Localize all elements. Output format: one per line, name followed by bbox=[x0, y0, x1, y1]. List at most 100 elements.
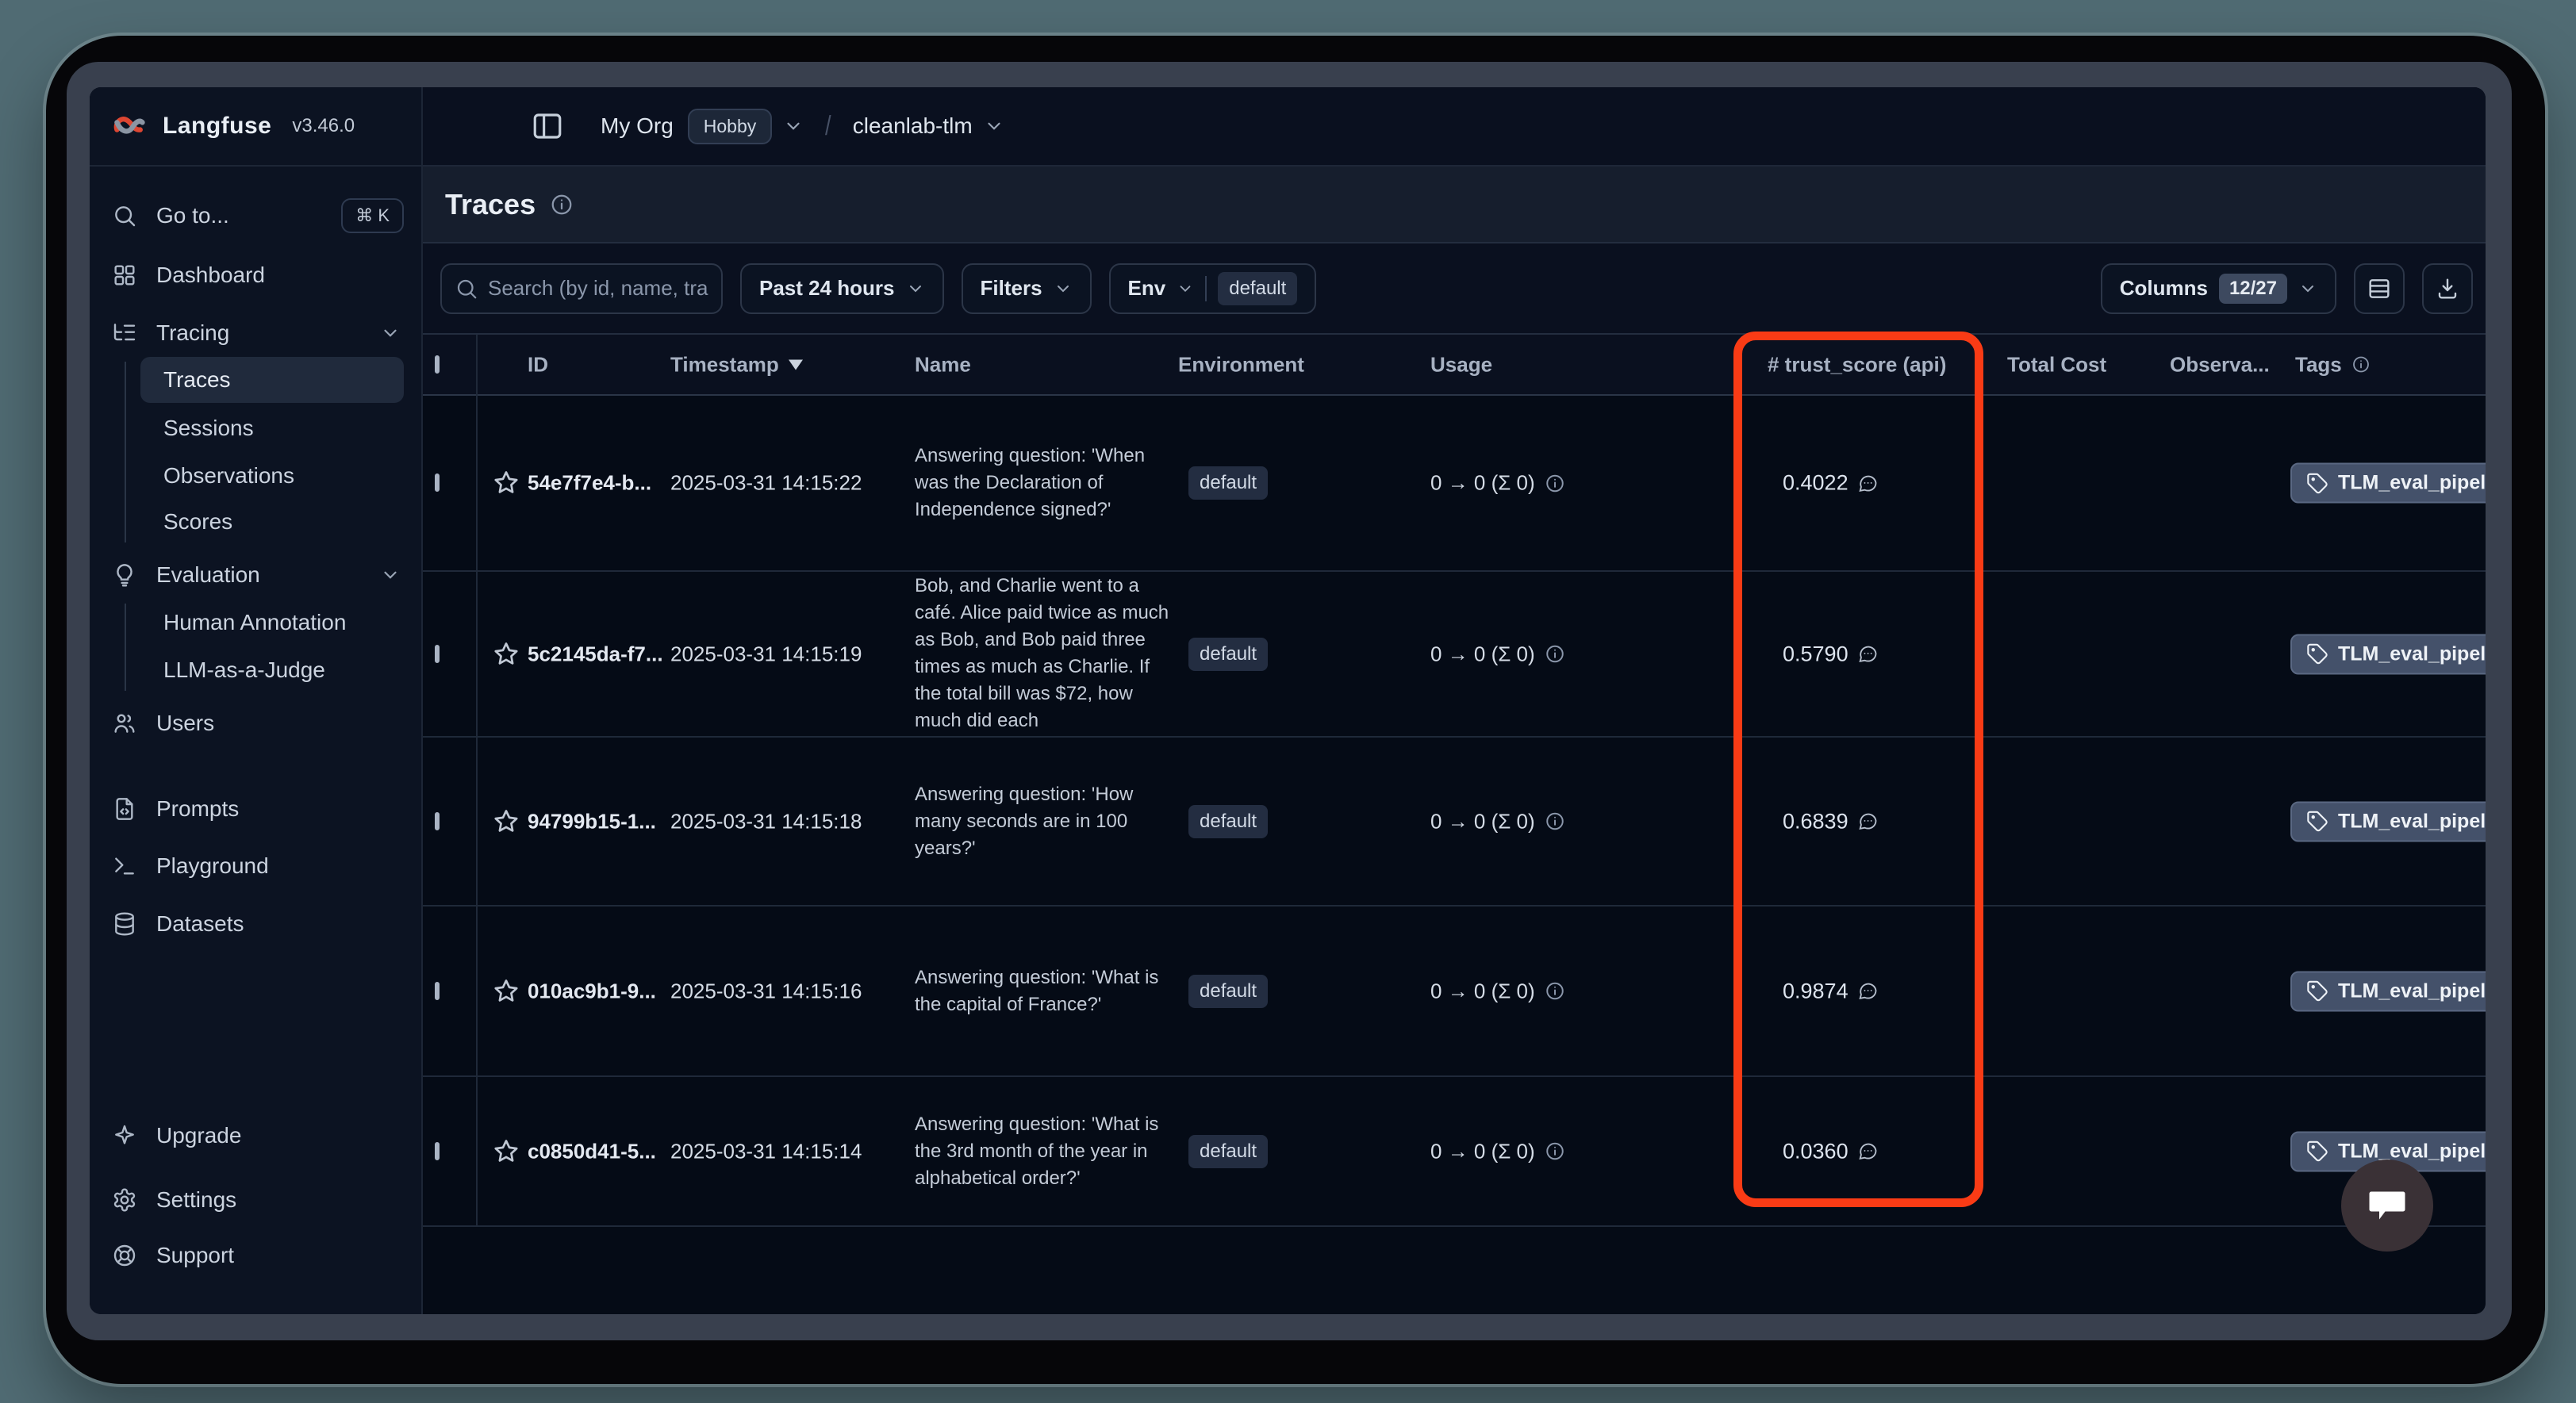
star-icon[interactable] bbox=[492, 640, 520, 669]
export-download-button[interactable] bbox=[2422, 263, 2473, 314]
columns-button[interactable]: Columns 12/27 bbox=[2101, 263, 2336, 314]
column-header-total-cost[interactable]: Total Cost bbox=[2007, 352, 2106, 377]
star-icon[interactable] bbox=[492, 807, 520, 836]
sidebar-item-evaluation[interactable]: Evaluation bbox=[90, 553, 423, 597]
row-height-button[interactable] bbox=[2354, 263, 2405, 314]
search-input-wrapper bbox=[440, 263, 723, 314]
environment-badge: default bbox=[1188, 805, 1268, 838]
env-filter-button[interactable]: Env default bbox=[1109, 263, 1317, 314]
traces-table: ID Timestamp Name Environment Usage # tr… bbox=[423, 333, 2486, 1314]
project-chevron-down-icon[interactable] bbox=[984, 116, 1004, 136]
comment-icon[interactable] bbox=[1856, 643, 1879, 665]
sidebar-item-scores[interactable]: Scores bbox=[163, 500, 232, 544]
sidebar-item-label: Datasets bbox=[156, 911, 244, 937]
sidebar-item-datasets[interactable]: Datasets bbox=[90, 902, 423, 946]
star-icon[interactable] bbox=[492, 469, 520, 497]
tag-badge[interactable]: TLM_eval_pipeline bbox=[2290, 463, 2486, 504]
column-header-trust-score[interactable]: # trust_score (api) bbox=[1768, 352, 1946, 377]
trace-id[interactable]: 5c2145da-f7... bbox=[528, 642, 663, 666]
sidebar-item-tracing[interactable]: Tracing bbox=[90, 311, 423, 355]
column-header-environment[interactable]: Environment bbox=[1178, 352, 1304, 377]
filters-button[interactable]: Filters bbox=[962, 263, 1092, 314]
sidebar-toggle-icon[interactable] bbox=[531, 109, 564, 143]
column-header-id[interactable]: ID bbox=[528, 352, 548, 377]
chevron-down-icon bbox=[380, 323, 401, 343]
search-input[interactable] bbox=[488, 276, 718, 301]
evaluation-group-guide-line bbox=[125, 604, 126, 691]
dashboard-icon bbox=[112, 263, 137, 288]
page-header: Traces bbox=[423, 167, 2486, 243]
org-name[interactable]: My Org bbox=[601, 113, 674, 139]
column-header-name[interactable]: Name bbox=[915, 352, 971, 377]
sidebar-item-observations[interactable]: Observations bbox=[163, 454, 294, 498]
info-icon bbox=[550, 193, 574, 217]
comment-icon[interactable] bbox=[1856, 811, 1879, 833]
org-chevron-down-icon[interactable] bbox=[783, 116, 804, 136]
table-row[interactable]: 5c2145da-f7... 2025-03-31 14:15:19 Bob, … bbox=[423, 572, 2486, 738]
star-icon[interactable] bbox=[492, 1137, 520, 1166]
usage-cell: 0 → 0 (Σ 0) bbox=[1430, 979, 1565, 1003]
sidebar-item-goto[interactable]: Go to... ⌘ K bbox=[90, 194, 423, 238]
table-toolbar: Past 24 hours Filters Env default Column… bbox=[423, 243, 2486, 333]
sidebar-item-label: Upgrade bbox=[156, 1123, 241, 1148]
sidebar-item-playground[interactable]: Playground bbox=[90, 844, 423, 888]
row-checkbox[interactable] bbox=[435, 982, 440, 1000]
sidebar-item-label: Scores bbox=[163, 509, 232, 535]
app-version: v3.46.0 bbox=[292, 115, 355, 137]
tag-badge[interactable]: TLM_eval_pipeline bbox=[2290, 634, 2486, 674]
comment-icon[interactable] bbox=[1856, 980, 1879, 1002]
column-header-usage[interactable]: Usage bbox=[1430, 352, 1492, 377]
tag-label: TLM_eval_pipeline bbox=[2338, 810, 2486, 833]
table-row[interactable]: 94799b15-1... 2025-03-31 14:15:18 Answer… bbox=[423, 738, 2486, 907]
org-plan-badge: Hobby bbox=[688, 109, 772, 144]
time-range-button[interactable]: Past 24 hours bbox=[740, 263, 944, 314]
usage-cell: 0 → 0 (Σ 0) bbox=[1430, 809, 1565, 834]
sidebar-item-upgrade[interactable]: Upgrade bbox=[90, 1114, 423, 1158]
sidebar-item-support[interactable]: Support bbox=[90, 1233, 423, 1278]
sidebar-item-label: Observations bbox=[163, 463, 294, 489]
trace-id[interactable]: 94799b15-1... bbox=[528, 809, 656, 834]
sidebar-item-prompts[interactable]: Prompts bbox=[90, 787, 423, 831]
chat-widget-button[interactable] bbox=[2341, 1160, 2433, 1252]
sidebar-item-dashboard[interactable]: Dashboard bbox=[90, 253, 423, 297]
chevron-down-icon bbox=[1177, 280, 1194, 297]
select-all-checkbox[interactable] bbox=[435, 355, 440, 374]
table-row[interactable]: 010ac9b1-9... 2025-03-31 14:15:16 Answer… bbox=[423, 907, 2486, 1077]
sidebar-item-sessions[interactable]: Sessions bbox=[163, 406, 254, 450]
sidebar-item-settings[interactable]: Settings bbox=[90, 1178, 423, 1222]
tag-badge[interactable]: TLM_eval_pipeline bbox=[2290, 971, 2486, 1011]
sidebar-item-users[interactable]: Users bbox=[90, 701, 423, 746]
row-checkbox[interactable] bbox=[435, 812, 440, 830]
sidebar-item-human-annotation[interactable]: Human Annotation bbox=[163, 600, 346, 645]
row-checkbox[interactable] bbox=[435, 473, 440, 492]
row-checkbox[interactable] bbox=[435, 1142, 440, 1160]
divider bbox=[1205, 276, 1207, 301]
environment-badge: default bbox=[1188, 466, 1268, 500]
table-header-row: ID Timestamp Name Environment Usage # tr… bbox=[423, 335, 2486, 396]
row-checkbox[interactable] bbox=[435, 645, 440, 663]
tag-badge[interactable]: TLM_eval_pipeline bbox=[2290, 801, 2486, 841]
info-icon bbox=[1545, 1141, 1565, 1162]
column-header-observations[interactable]: Observa... bbox=[2170, 352, 2270, 377]
chat-bubble-icon bbox=[2363, 1182, 2411, 1229]
sidebar-item-llm-as-a-judge[interactable]: LLM-as-a-Judge bbox=[163, 648, 325, 692]
keyboard-shortcut-badge: ⌘ K bbox=[341, 198, 404, 233]
trace-id[interactable]: c0850d41-5... bbox=[528, 1139, 656, 1163]
sidebar-item-label: LLM-as-a-Judge bbox=[163, 657, 325, 683]
tag-label: TLM_eval_pipeline bbox=[2338, 642, 2486, 665]
star-icon[interactable] bbox=[492, 977, 520, 1006]
usage-cell: 0 → 0 (Σ 0) bbox=[1430, 1139, 1565, 1163]
project-name[interactable]: cleanlab-tlm bbox=[853, 113, 973, 139]
column-header-tags[interactable]: Tags bbox=[2295, 352, 2371, 377]
comment-icon[interactable] bbox=[1856, 472, 1879, 494]
tag-icon bbox=[2306, 980, 2328, 1002]
comment-icon[interactable] bbox=[1856, 1140, 1879, 1163]
table-row[interactable]: c0850d41-5... 2025-03-31 14:15:14 Answer… bbox=[423, 1077, 2486, 1227]
table-row[interactable]: 54e7f7e4-b... 2025-03-31 14:15:22 Answer… bbox=[423, 396, 2486, 572]
column-header-timestamp[interactable]: Timestamp bbox=[670, 352, 803, 377]
info-icon bbox=[1545, 981, 1565, 1002]
trace-id[interactable]: 010ac9b1-9... bbox=[528, 979, 656, 1003]
chevron-down-icon bbox=[906, 279, 925, 298]
trace-id[interactable]: 54e7f7e4-b... bbox=[528, 471, 651, 496]
sidebar-item-traces[interactable]: Traces bbox=[140, 357, 404, 403]
